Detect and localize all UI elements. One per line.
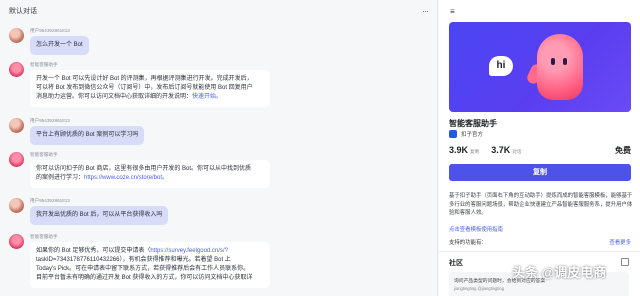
community-title: 社区 bbox=[449, 260, 463, 267]
message-sender: 用户954392861813 bbox=[30, 118, 70, 123]
bot-stats: 3.9K 复制 3.7K 对话 免费 bbox=[449, 145, 631, 156]
avatar bbox=[9, 118, 24, 133]
chat-pane: 默认对话 ··· 用户954392861813 怎么开发一个 Bot 智能客服助… bbox=[0, 0, 438, 296]
user-message-bubble: 怎么开发一个 Bot bbox=[30, 36, 89, 55]
message-sender: 用户954392861813 bbox=[30, 28, 70, 33]
chat-message: 智能客服助手 你可以访问扣子的 Bot 商店，这里有很多由用户开发的 Bot。你… bbox=[9, 152, 429, 192]
message-sender: 智能客服助手 bbox=[30, 62, 58, 67]
watermark-logo: 头条 @调皮电商 bbox=[512, 265, 607, 280]
bot-author[interactable]: 扣子官方 bbox=[449, 130, 483, 138]
features-row: 支持的功能有： 查看更多 bbox=[449, 238, 631, 246]
bot-message-line: 如果你的 Bot 足够优秀，可以提交申请表（https://survey.fee… bbox=[36, 247, 264, 256]
chat-message: 用户954392861813 怎么开发一个 Bot bbox=[9, 28, 429, 56]
divider bbox=[439, 251, 640, 252]
chat-count: 3.7K bbox=[491, 145, 511, 155]
chat-message: 智能客服助手 开发一个 Bot 可以先设计好 Bot 的评测集，再根据评测集进行… bbox=[9, 62, 429, 108]
message-sender: 智能客服助手 bbox=[30, 152, 58, 157]
bot-message-line: 的案例进行学习：https://www.coze.cn/store/bot。 bbox=[36, 174, 264, 183]
chat-title: 默认对话 bbox=[9, 8, 37, 15]
avatar bbox=[9, 234, 24, 249]
grid-view-icon[interactable] bbox=[621, 258, 629, 266]
bot-message-line: 你可以访问扣子的 Bot 商店，这里有很多由用户开发的 Bot。你可以从中找到优… bbox=[36, 166, 252, 172]
bot-cover-image: hi bbox=[449, 22, 631, 112]
store-link[interactable]: https://www.coze.cn/store/bot。 bbox=[84, 175, 168, 181]
bot-message-text: 如果你的 Bot 足够优秀，可以提交申请表（ bbox=[36, 248, 151, 254]
template-guide-link[interactable]: 点击查看模板使用指南 bbox=[449, 225, 503, 233]
bot-name: 智能客服助手 bbox=[449, 119, 497, 128]
bot-message-line: 目前平台暂未有明确的通过开发 Bot 获得收入的方式，你可以访问文档中心获取详 bbox=[36, 275, 253, 281]
avatar bbox=[9, 62, 24, 77]
view-more-link[interactable]: 查看更多 bbox=[609, 238, 631, 246]
survey-link[interactable]: https://survey.feelgood.cn/s/? bbox=[150, 248, 228, 254]
features-label: 支持的功能有： bbox=[449, 240, 487, 246]
post-user: jiangtingting @jiangtingting bbox=[454, 286, 505, 291]
message-sender: 智能客服助手 bbox=[30, 234, 58, 239]
chat-message: 用户954392861813 平台上有顾优质的 Bot 案例可以学习吗 bbox=[9, 118, 429, 146]
menu-collapse-icon[interactable]: ≡ bbox=[450, 7, 455, 16]
user-message-bubble: 我开发出优质的 Bot 后，可以从平台获得收入吗 bbox=[30, 206, 169, 225]
bot-message-line: 开发一个 Bot 可以先设计好 Bot 的评测集，再根据评测集进行开发。完成开发… bbox=[36, 76, 253, 82]
bot-message-bubble: 你可以访问扣子的 Bot 商店，这里有很多由用户开发的 Bot。你可以从中找到优… bbox=[30, 160, 270, 188]
author-name: 扣子官方 bbox=[461, 132, 484, 138]
avatar bbox=[9, 198, 24, 213]
message-sender: 用户954392861813 bbox=[30, 198, 70, 203]
chat-count-label: 对话 bbox=[512, 149, 522, 154]
mascot-figure bbox=[537, 34, 583, 100]
quick-start-link[interactable]: 快速开始。 bbox=[192, 94, 222, 100]
avatar bbox=[9, 152, 24, 167]
bot-detail-panel: ≡ hi 智能客服助手 扣子官方 3.9K 复制 3.7K 对话 免费 复制 基… bbox=[439, 0, 640, 296]
bot-message-line: taskID=7343178776110432266），有机会获得推荐和曝光。若… bbox=[36, 257, 231, 263]
copy-bot-button[interactable]: 复制 bbox=[449, 164, 631, 181]
avatar bbox=[9, 28, 24, 43]
bot-message-text: 的案例进行学习： bbox=[36, 175, 85, 181]
bot-message-text: 消息助力运营。你可以访问文档中心获取详细的开发说明： bbox=[36, 94, 193, 100]
bot-description: 基于扣子助手（页面右下角的互动助手）提炼而成的智能客服模板，能够基于多行业的客服… bbox=[449, 193, 633, 216]
hi-speech-bubble: hi bbox=[489, 56, 513, 76]
copy-count: 3.9K bbox=[449, 145, 469, 155]
chat-message: 用户954392861813 我开发出优质的 Bot 后，可以从平台获得收入吗 bbox=[9, 198, 429, 226]
user-message-bubble: 平台上有顾优质的 Bot 案例可以学习吗 bbox=[30, 126, 145, 145]
bot-message-line: 可以将 Bot 发布到微信公众号（订阅号）中，发布后订阅号就能使用 Bot 回复… bbox=[36, 85, 253, 91]
bot-message-line: Today's Pick。可在申请表中留下联系方式，若获得推荐后会有工作人员联系… bbox=[36, 266, 250, 272]
more-horizontal-icon[interactable]: ··· bbox=[422, 6, 429, 16]
chat-message: 智能客服助手 如果你的 Bot 足够优秀，可以提交申请表（https://sur… bbox=[9, 234, 429, 296]
copy-count-label: 复制 bbox=[470, 149, 480, 154]
bot-message-line: 消息助力运营。你可以访问文档中心获取详细的开发说明：快速开始。 bbox=[36, 93, 264, 102]
mascot-eye bbox=[563, 58, 567, 65]
bot-message-bubble: 开发一个 Bot 可以先设计好 Bot 的评测集，再根据评测集进行开发。完成开发… bbox=[30, 70, 270, 107]
bot-message-bubble: 如果你的 Bot 足够优秀，可以提交申请表（https://survey.fee… bbox=[30, 242, 270, 288]
mascot-eye bbox=[551, 58, 555, 65]
price-label: 免费 bbox=[615, 146, 631, 155]
chat-header: 默认对话 ··· bbox=[0, 0, 437, 22]
coze-logo-icon bbox=[449, 130, 457, 138]
